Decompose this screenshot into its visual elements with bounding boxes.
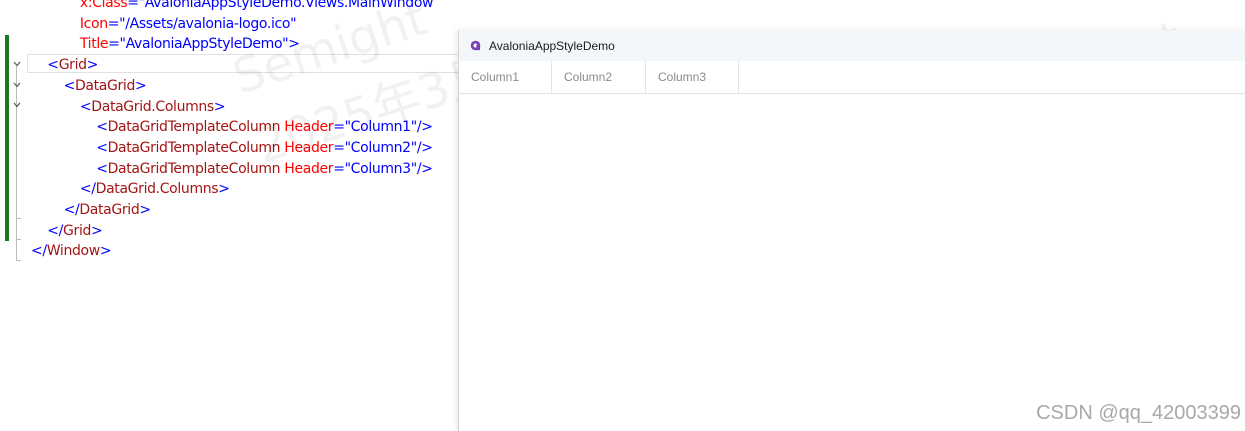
code-token-attr: Header [284,119,334,136]
code-token-punct: </ [79,181,96,198]
code-token-attr: Title [79,36,109,53]
code-token-punct: < [79,98,92,115]
datagrid-header: Column1 Column2 Column3 [459,61,1245,94]
app-window[interactable]: AvaloniaAppStyleDemo Column1 Column2 Col… [458,30,1245,431]
code-token-tag: DataGrid.Columns [95,181,219,198]
code-token-punct: > [218,181,230,198]
code-token-tag: DataGridTemplateColumn [107,139,281,156]
code-token-val: Column1 [350,119,411,136]
code-token-punct: =" [333,119,351,136]
code-line[interactable]: <DataGrid.Columns> [79,97,226,117]
code-token-punct: < [63,77,76,94]
code-line[interactable]: </DataGrid> [63,200,152,220]
code-token-punct: > [135,77,147,94]
code-token-punct: < [96,160,108,177]
code-token-punct: "> [282,36,300,53]
code-token-punct: < [96,119,108,136]
code-token-punct: =" [107,15,126,32]
code-token-punct: "/> [410,160,433,177]
code-token-punct: =" [127,0,145,11]
code-line[interactable]: <DataGrid> [64,76,147,96]
fold-guide-tick [16,239,21,240]
code-token-tag: DataGrid [74,77,135,94]
code-token-punct: > [139,202,151,218]
code-token-val: /Assets/avalonia-logo.ico [125,15,291,32]
column-header-2[interactable]: Column2 [552,61,646,93]
change-indicator-bar [5,35,9,241]
code-token-punct: > [91,222,103,239]
window-titlebar[interactable]: AvaloniaAppStyleDemo [459,30,1245,61]
code-token-punct: < [96,139,108,156]
code-line[interactable]: <DataGridTemplateColumn Header="Column2"… [96,138,433,158]
code-token-attr: Icon [79,15,108,32]
code-token-punct: < [47,57,59,74]
code-line[interactable]: x:Class="AvaloniaAppStyleDemo.Views.Main… [79,0,434,13]
code-token-tag: Grid [63,222,92,239]
datagrid-body [459,94,1245,430]
code-line[interactable]: <DataGridTemplateColumn Header="Column1"… [96,117,433,137]
code-token-punct: > [213,98,226,115]
xaml-code-editor[interactable]: x:Class="AvaloniaAppStyleDemo.Views.Main… [0,0,460,431]
code-line[interactable]: Icon="/Assets/avalonia-logo.ico" [79,14,297,34]
fold-guide [16,66,17,261]
csdn-watermark: CSDN @qq_42003399 [1036,402,1241,424]
code-token-tag: DataGridTemplateColumn [107,160,281,177]
code-token-punct: "/> [410,139,433,156]
code-line[interactable]: </Window> [31,241,112,261]
column-header-1[interactable]: Column1 [459,61,552,93]
window-title: AvaloniaAppStyleDemo [489,39,615,53]
column-header-3-label: Column3 [658,70,706,84]
code-token-punct: =" [333,160,351,177]
code-token-punct: =" [108,36,126,53]
code-line[interactable]: <Grid> [47,55,98,75]
code-token-punct: > [86,57,99,74]
code-token-tag: Window [46,243,100,260]
fold-guide-tick [16,260,21,261]
code-token-punct: =" [333,139,351,156]
code-token-val: AvaloniaAppStyleDemo [125,36,283,53]
code-token-tag: DataGridTemplateColumn [107,119,281,136]
code-line[interactable]: <DataGridTemplateColumn Header="Column3"… [96,159,433,179]
code-line[interactable]: Title="AvaloniaAppStyleDemo"> [80,34,300,54]
code-token-attr: x:Class [79,0,128,11]
code-token-tag: DataGrid [79,202,140,218]
avalonia-logo-icon [470,40,481,51]
column-header-3[interactable]: Column3 [646,61,739,93]
code-token-attr: Header [284,139,334,156]
collapse-datagrid-chevron-icon[interactable] [12,80,22,90]
code-token-tag: Grid [58,57,87,74]
code-token-tag: DataGrid.Columns [91,98,214,115]
collapse-grid-chevron-icon[interactable] [12,59,22,69]
fold-guide-tick [16,218,21,219]
code-token-attr: Header [284,160,334,177]
code-token-punct: > [99,243,112,260]
code-line[interactable]: </Grid> [47,221,102,241]
code-token-punct: </ [63,202,80,218]
code-token-val: Column3 [350,160,411,177]
code-line[interactable]: </DataGrid.Columns> [80,179,230,199]
collapse-columns-chevron-icon[interactable] [12,100,22,110]
code-token-punct: " [290,15,297,32]
code-token-punct: "/> [410,119,433,136]
code-token-punct: </ [47,222,64,239]
code-token-val: AvaloniaAppStyleDemo.Views.MainWindow [144,0,434,11]
code-token-val: Column2 [350,139,411,156]
code-token-punct: </ [31,243,47,260]
